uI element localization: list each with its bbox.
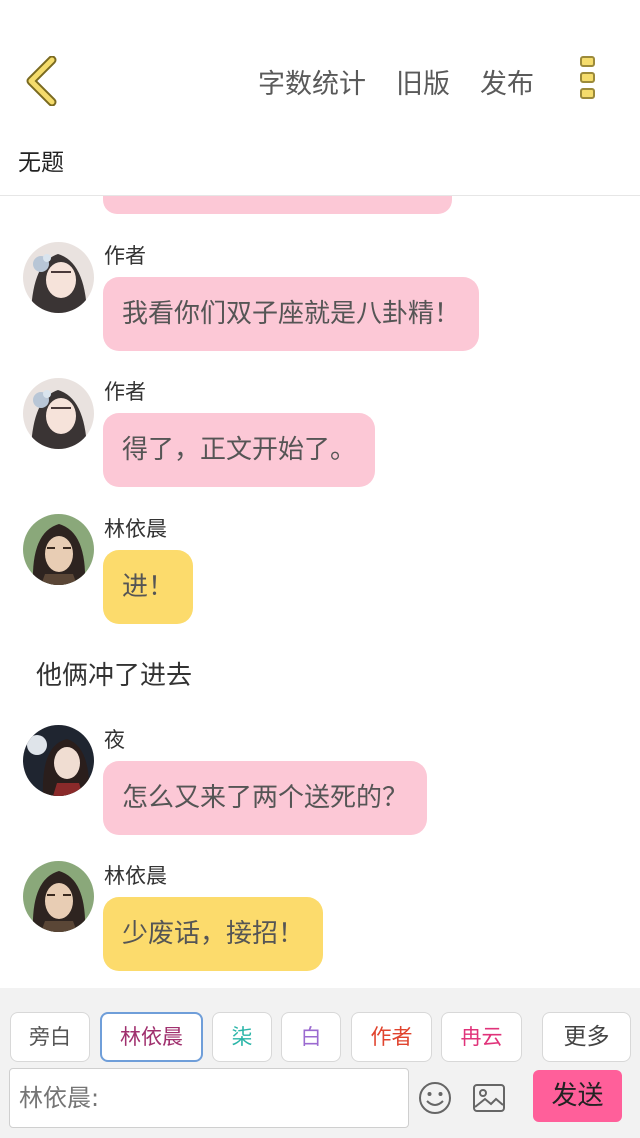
avatar[interactable]	[23, 861, 94, 932]
message-bubble[interactable]: 少废话，接招！	[103, 897, 324, 971]
role-chip-bai[interactable]: 白	[281, 1012, 341, 1062]
speaker-name: 作者	[104, 244, 146, 268]
avatar[interactable]	[23, 378, 94, 449]
old-version-button[interactable]: 旧版	[396, 62, 450, 101]
send-button[interactable]: 发送	[533, 1070, 622, 1122]
role-chip-lin-yichen[interactable]: 林依晨	[100, 1012, 203, 1062]
message-bubble[interactable]: 我看你们双子座就是八卦精！	[103, 277, 480, 351]
message-input[interactable]	[9, 1068, 409, 1128]
clipped-message-bubble	[103, 196, 452, 214]
speaker-name: 作者	[104, 380, 146, 404]
more-options-icon	[580, 56, 598, 99]
top-bar: 字数统计 旧版 发布	[0, 0, 640, 130]
avatar[interactable]	[23, 242, 94, 313]
speaker-name: 夜	[104, 728, 125, 752]
message-bubble[interactable]: 得了，正文开始了。	[103, 413, 376, 487]
back-button[interactable]	[22, 55, 62, 107]
role-chip-author[interactable]: 作者	[351, 1012, 432, 1062]
speaker-name: 林依晨	[104, 517, 167, 541]
avatar[interactable]	[23, 514, 94, 585]
speaker-name: 林依晨	[104, 864, 167, 888]
publish-button[interactable]: 发布	[480, 62, 534, 101]
back-arrow-icon	[26, 55, 57, 107]
narration-text[interactable]: 他俩冲了进去	[36, 655, 192, 692]
image-button[interactable]	[472, 1081, 506, 1115]
image-icon	[473, 1084, 505, 1112]
more-options-button[interactable]	[580, 56, 598, 106]
role-chip-ranyun[interactable]: 冉云	[441, 1012, 522, 1062]
emoji-icon	[419, 1082, 451, 1114]
emoji-button[interactable]	[418, 1081, 452, 1115]
role-selector: 旁白 林依晨 柒 白 作者 冉云	[10, 1012, 530, 1062]
word-count-button[interactable]: 字数统计	[258, 62, 366, 101]
header-actions: 字数统计 旧版 发布	[258, 62, 534, 101]
more-roles-button[interactable]: 更多	[542, 1012, 631, 1062]
composer-panel: 旁白 林依晨 柒 白 作者 冉云 更多 发送	[0, 988, 640, 1138]
role-chip-narrator[interactable]: 旁白	[10, 1012, 90, 1062]
avatar[interactable]	[23, 725, 94, 796]
message-bubble[interactable]: 进！	[103, 550, 194, 624]
chat-area[interactable]: 作者 我看你们双子座就是八卦精！ 作者 得了，正文开始了。 林依晨 进！ 他俩冲…	[0, 196, 640, 988]
message-bubble[interactable]: 怎么又来了两个送死的？	[103, 761, 428, 835]
document-title[interactable]: 无题	[18, 143, 64, 177]
role-chip-qi[interactable]: 柒	[212, 1012, 272, 1062]
